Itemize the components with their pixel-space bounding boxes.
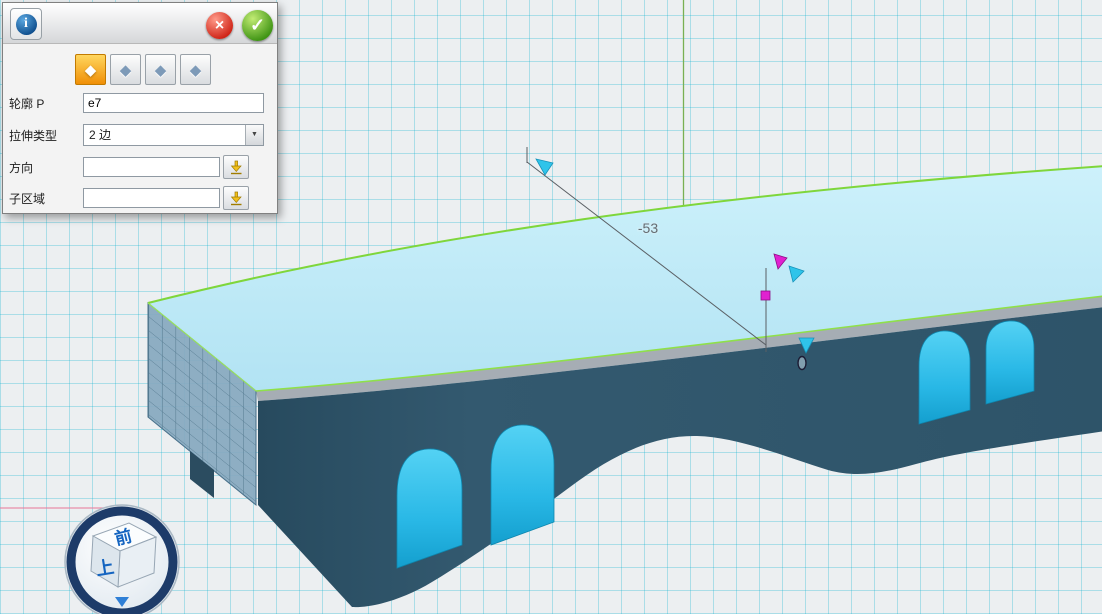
view-cube-front-label[interactable]: 上 [95, 557, 116, 580]
cut-diamond-icon: ◆ [155, 61, 167, 79]
extrude-surface-button[interactable]: ◆ [110, 54, 141, 85]
direction-label: 方向 [9, 159, 83, 176]
chevron-down-icon[interactable]: ▼ [245, 125, 263, 145]
direction-pick-button[interactable] [223, 155, 249, 179]
dimension-label[interactable]: -53 [638, 220, 658, 236]
check-icon: ✓ [250, 15, 265, 36]
pick-arrow-icon [228, 160, 244, 175]
info-button[interactable]: i [10, 8, 42, 40]
extrude-type-value: 2 边 [89, 128, 111, 142]
arch-opening-4[interactable] [986, 321, 1034, 404]
profile-row: 轮廓 P [9, 93, 264, 113]
pick-arrow-icon [228, 191, 244, 206]
cad-viewport[interactable]: -53 前 上 i × [0, 0, 1102, 614]
direction-input[interactable] [83, 157, 220, 177]
cancel-button[interactable]: × [206, 12, 233, 39]
confirm-button[interactable]: ✓ [242, 10, 273, 41]
profile-label: 轮廓 P [9, 95, 83, 112]
extrude-merge-button[interactable]: ◆ [180, 54, 211, 85]
extrude-type-dropdown[interactable]: 2 边 ▼ [83, 124, 264, 146]
extrude-mode-toolbar: ◆ ◆ ◆ ◆ [75, 54, 211, 85]
direction-row: 方向 [9, 155, 249, 179]
info-icon: i [16, 14, 37, 35]
origin-point-marker[interactable] [798, 357, 806, 370]
extrude-cut-button[interactable]: ◆ [145, 54, 176, 85]
subregion-label: 子区域 [9, 190, 83, 207]
extrude-dialog: i × ✓ ◆ ◆ ◆ ◆ 轮廓 P [2, 2, 278, 214]
view-cube-widget[interactable]: 前 上 [65, 505, 179, 614]
arch-opening-2[interactable] [491, 425, 554, 545]
dialog-titlebar: i × ✓ [3, 3, 277, 44]
close-icon: × [215, 17, 224, 35]
extrude-type-label: 拉伸类型 [9, 127, 83, 144]
subregion-row: 子区域 [9, 186, 249, 210]
surface-diamond-icon: ◆ [120, 61, 132, 79]
solid-diamond-icon: ◆ [85, 61, 97, 79]
merge-diamond-icon: ◆ [190, 61, 202, 79]
anchor-handle-square-icon[interactable] [761, 291, 770, 300]
profile-input[interactable] [83, 93, 264, 113]
subregion-pick-button[interactable] [223, 186, 249, 210]
extrude-solid-button[interactable]: ◆ [75, 54, 106, 85]
extrude-type-row: 拉伸类型 2 边 ▼ [9, 124, 264, 146]
start-handle-cone-icon[interactable] [536, 159, 553, 175]
arch-opening-3[interactable] [919, 331, 970, 424]
subregion-input[interactable] [83, 188, 220, 208]
